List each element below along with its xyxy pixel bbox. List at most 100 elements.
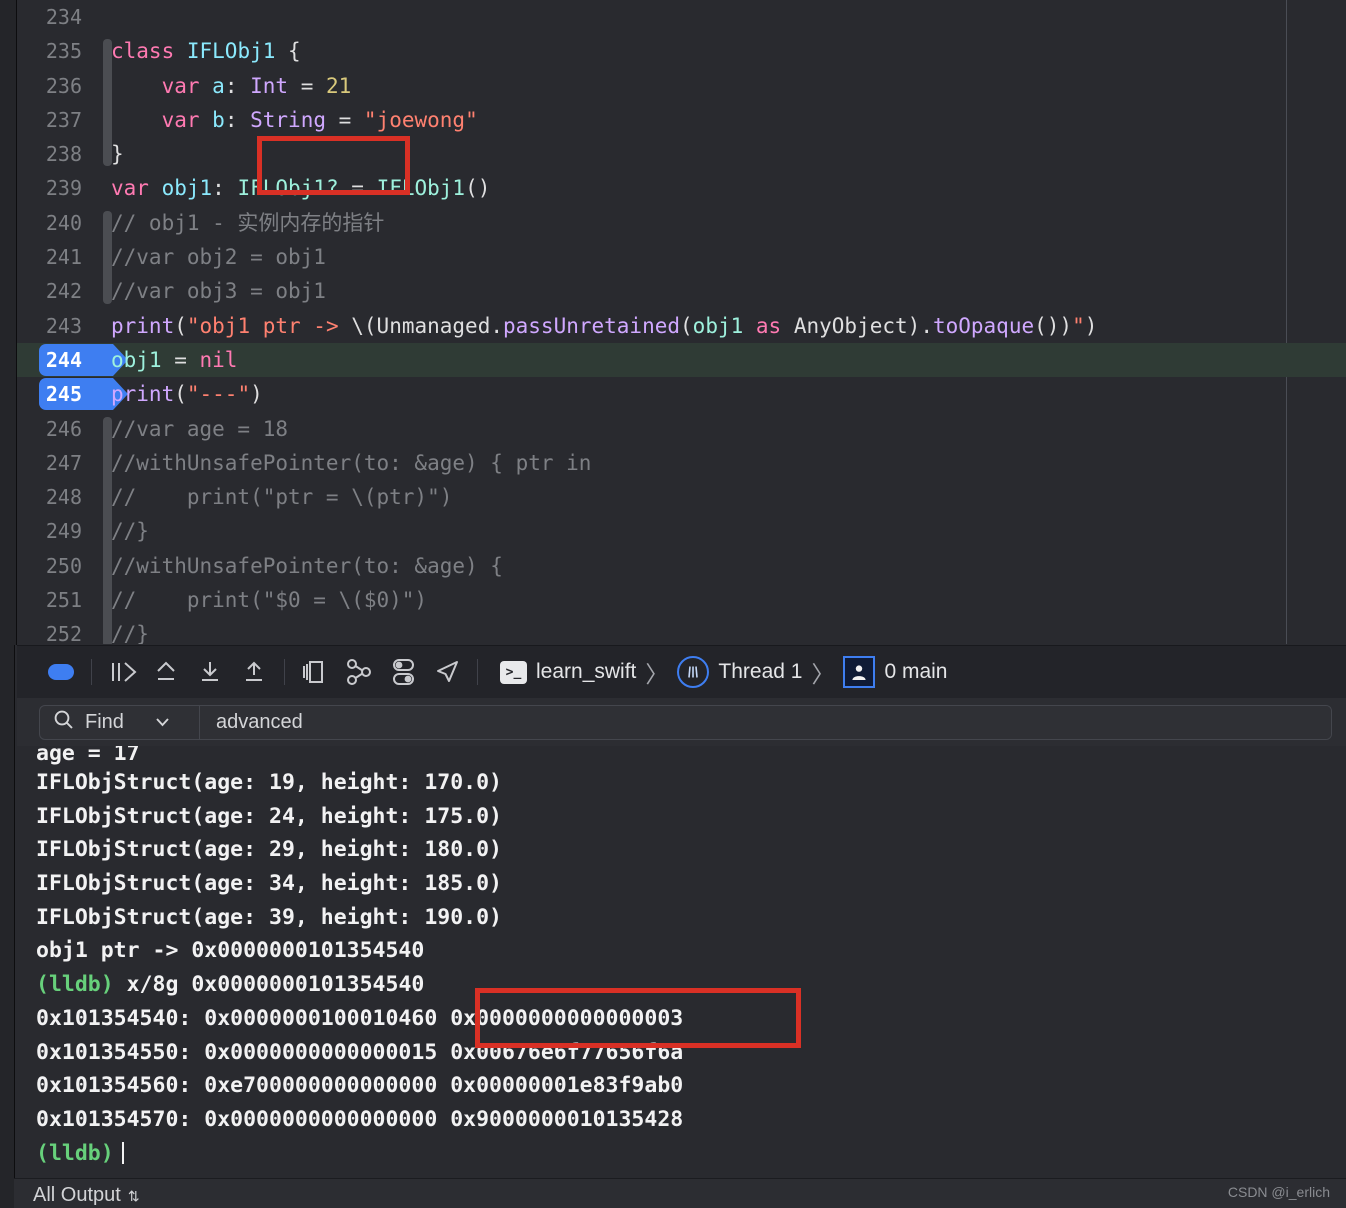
code-line[interactable]: 240 // obj1 - 实例内存的指针: [17, 206, 1346, 240]
console-line-list: age = 17 IFLObjStruct(age: 19, height: 17…: [17, 746, 1346, 1170]
line-number: 234: [45, 5, 82, 29]
line-number: 243: [45, 313, 82, 338]
line-number: 242: [45, 279, 82, 304]
code-line[interactable]: 243 print("obj1 ptr -> \(Unmanaged.passUn…: [17, 309, 1346, 343]
chevron-right-icon-2: 〉: [811, 661, 835, 687]
code-line[interactable]: 236 var a: Int = 21: [17, 69, 1346, 103]
console-line: (lldb) x/8g 0x0000000101354540: [17, 968, 1346, 1002]
breadcrumb-process[interactable]: learn_swift: [536, 660, 636, 684]
code-line[interactable]: 245 print("---"): [17, 377, 1346, 411]
line-number: 240: [45, 210, 82, 235]
line-number: 245: [45, 382, 82, 407]
chevron-right-icon-1: 〉: [645, 661, 669, 687]
code-text: //var age = 18: [111, 416, 289, 441]
continue-pause-button[interactable]: [39, 652, 83, 692]
code-text: var a: Int = 21: [161, 73, 352, 98]
console-bottom-bar: All Output ⇅ CSDN @i_erlich: [14, 1178, 1346, 1208]
step-into-button[interactable]: [144, 652, 188, 692]
text-cursor: [121, 1141, 124, 1164]
code-text: //}: [111, 622, 149, 644]
window-left-edge: [0, 0, 17, 645]
output-filter-label: All Output: [33, 1184, 121, 1206]
code-text: print("---"): [111, 382, 263, 407]
console-find-bar: Find advanced: [17, 698, 1346, 746]
find-scope-dropdown[interactable]: Find: [40, 705, 200, 739]
console-line: 0x101354570: 0x0000000000000000 0x900000…: [36, 1106, 684, 1132]
line-number: 241: [45, 245, 82, 270]
code-line[interactable]: 250 //withUnsafePointer(to: &age) {: [17, 549, 1346, 583]
console-line: IFLObjStruct(age: 34, height: 185.0): [36, 871, 502, 897]
xcode-window: 234 235 class IFLObj1 { 236 var a: Int = 21…: [0, 0, 1346, 1208]
code-text: //var obj2 = obj1: [111, 245, 326, 270]
console-command: x/8g 0x0000000101354540: [113, 972, 425, 998]
find-input[interactable]: advanced: [200, 705, 1331, 739]
code-line[interactable]: 249 //}: [17, 514, 1346, 548]
thread-icon: [677, 656, 710, 688]
console-line: 0x101354560: 0xe700000000000000 0x000000…: [36, 1073, 684, 1099]
step-over-button[interactable]: [100, 652, 144, 692]
watermark-text: CSDN @i_erlich: [1227, 1184, 1330, 1200]
toolbar-divider-1: [91, 659, 92, 685]
terminal-icon: >_: [500, 660, 527, 684]
debug-console-output[interactable]: age = 17 IFLObjStruct(age: 19, height: 17…: [17, 746, 1346, 1178]
view-hierarchy-button[interactable]: [293, 652, 337, 692]
code-line[interactable]: 247 //withUnsafePointer(to: &age) { ptr i…: [17, 446, 1346, 480]
code-line[interactable]: 235 class IFLObj1 {: [17, 34, 1346, 68]
code-text: obj1 = nil: [111, 347, 238, 372]
memory-graph-button[interactable]: [337, 652, 381, 692]
code-line[interactable]: 241 //var obj2 = obj1: [17, 240, 1346, 274]
output-filter-dropdown[interactable]: All Output ⇅: [33, 1184, 140, 1207]
code-line[interactable]: 251 // print("$0 = \($0)"): [17, 583, 1346, 617]
stepper-icon[interactable]: ⇅: [128, 1189, 140, 1203]
code-line[interactable]: 238}: [17, 137, 1346, 171]
find-field-wrapper[interactable]: Find advanced: [39, 704, 1332, 740]
step-down-button[interactable]: [188, 652, 232, 692]
chevron-down-icon: [155, 714, 170, 730]
console-line: IFLObjStruct(age: 39, height: 190.0): [36, 904, 502, 930]
code-line-list: 234 235 class IFLObj1 { 236 var a: Int = 21…: [17, 0, 1346, 644]
line-number: 252: [45, 622, 82, 644]
line-number: 237: [45, 107, 82, 132]
lldb-prompt: (lldb): [36, 1140, 114, 1166]
stack-frame-icon: [843, 656, 876, 688]
code-line[interactable]: 252 //}: [17, 617, 1346, 644]
console-line: age = 17: [36, 746, 140, 766]
console-line: IFLObjStruct(age: 24, height: 175.0): [36, 803, 502, 829]
code-text: // obj1 - 实例内存的指针: [111, 210, 385, 235]
code-text: //withUnsafePointer(to: &age) { ptr in: [111, 450, 592, 475]
code-text: // print("ptr = \(ptr)"): [111, 485, 453, 510]
console-line: IFLObjStruct(age: 29, height: 180.0): [36, 837, 502, 863]
line-number: 250: [45, 553, 82, 578]
code-text: // print("$0 = \($0)"): [111, 588, 428, 613]
code-line[interactable]: 237 var b: String = "joewong": [17, 103, 1346, 137]
console-line: 0x101354540: 0x0000000100010460 0x000000…: [36, 1005, 684, 1031]
code-line[interactable]: 239 var obj1: IFLObj1? = IFLObj1(): [17, 171, 1346, 205]
code-text: var b: String = "joewong": [161, 107, 478, 132]
environment-overrides-button[interactable]: [381, 652, 425, 692]
source-editor[interactable]: 234 235 class IFLObj1 { 236 var a: Int = 21…: [17, 0, 1346, 644]
code-line[interactable]: 242 //var obj3 = obj1: [17, 274, 1346, 308]
step-out-button[interactable]: [232, 652, 276, 692]
line-number: 246: [45, 416, 82, 441]
simulate-location-button[interactable]: [425, 652, 469, 692]
line-number: 251: [45, 588, 82, 613]
toolbar-divider-3: [477, 659, 478, 685]
code-line[interactable]: 248 // print("ptr = \(ptr)"): [17, 480, 1346, 514]
line-number: 249: [45, 519, 82, 544]
line-number: 239: [45, 176, 82, 201]
code-text: class IFLObj1 {: [111, 39, 301, 64]
breadcrumb-thread[interactable]: Thread 1: [718, 660, 802, 684]
code-text: //var obj3 = obj1: [111, 279, 326, 304]
line-number: 235: [45, 39, 82, 64]
code-text: var obj1: IFLObj1? = IFLObj1(): [111, 176, 491, 201]
code-text: //withUnsafePointer(to: &age) {: [111, 553, 503, 578]
code-line[interactable]: 246 //var age = 18: [17, 412, 1346, 446]
code-text: //}: [111, 519, 149, 544]
code-text: print("obj1 ptr -> \(Unmanaged.passUnret…: [111, 313, 1098, 338]
code-line[interactable]: 234: [17, 0, 1346, 34]
lldb-prompt: (lldb): [36, 972, 114, 998]
line-number: 248: [45, 485, 82, 510]
breadcrumb-frame[interactable]: 0 main: [884, 660, 947, 684]
line-number: 247: [45, 450, 82, 475]
code-line[interactable]: 244 obj1 = nil: [17, 342, 1346, 378]
